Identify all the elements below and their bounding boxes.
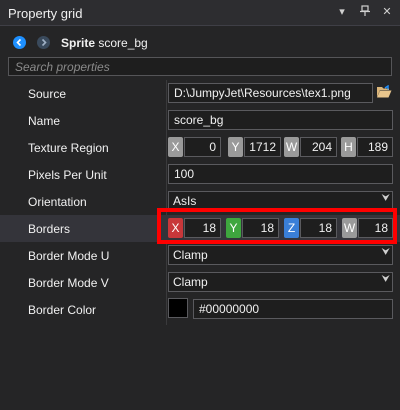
object-type: Sprite — [61, 36, 96, 50]
property-row-border-mode-v: Border Mode V Clamp ⮟ — [0, 269, 400, 296]
name-field[interactable]: score_bg — [168, 110, 393, 130]
chevron-down-icon: ⮟ — [381, 274, 391, 285]
property-row-pixels-per-unit: Pixels Per Unit 100 — [0, 161, 400, 188]
highlight-box — [157, 208, 397, 244]
panel-title: Property grid — [8, 6, 83, 21]
w-tag: W — [284, 137, 299, 157]
forward-icon[interactable] — [37, 36, 50, 49]
pin-icon[interactable] — [358, 5, 372, 19]
texture-x-field[interactable]: 0 — [184, 137, 221, 157]
back-icon[interactable] — [13, 36, 26, 49]
x-tag: X — [168, 137, 183, 157]
folder-open-icon[interactable] — [376, 84, 392, 99]
border-mode-u-dropdown[interactable]: Clamp ⮟ — [168, 245, 393, 265]
property-label: Orientation — [28, 195, 87, 209]
h-tag: H — [341, 137, 356, 157]
texture-w-field[interactable]: 204 — [300, 137, 337, 157]
texture-y-field[interactable]: 1712 — [244, 137, 281, 157]
property-grid: Source D:\JumpyJet\Resources\tex1.png Na… — [0, 80, 400, 410]
panel-titlebar: Property grid ▾ ✕ — [0, 0, 400, 26]
dropdown-value: Clamp — [173, 275, 208, 289]
chevron-down-icon: ⮟ — [381, 193, 391, 204]
close-icon[interactable]: ✕ — [380, 5, 394, 19]
property-row-texture-region: Texture Region X 0 Y 1712 W 204 H 189 — [0, 134, 400, 161]
property-label: Name — [28, 114, 61, 128]
dropdown-icon[interactable]: ▾ — [335, 5, 349, 19]
search-input[interactable] — [8, 57, 392, 76]
property-label: Borders — [28, 222, 71, 236]
object-name: score_bg — [98, 36, 148, 50]
chevron-down-icon: ⮟ — [381, 247, 391, 258]
object-title: Sprite score_bg — [61, 36, 148, 50]
property-row-source: Source D:\JumpyJet\Resources\tex1.png — [0, 80, 400, 107]
property-label: Texture Region — [28, 141, 109, 155]
border-color-field[interactable]: #00000000 — [193, 299, 393, 319]
property-label: Source — [28, 87, 67, 101]
pixels-per-unit-field[interactable]: 100 — [168, 164, 393, 184]
texture-h-field[interactable]: 189 — [357, 137, 393, 157]
object-header: Sprite score_bg — [0, 26, 400, 56]
texture-region-fields: X 0 Y 1712 W 204 H 189 — [168, 137, 393, 157]
y-tag: Y — [228, 137, 243, 157]
dropdown-value: Clamp — [173, 248, 208, 262]
property-row-name: Name score_bg — [0, 107, 400, 134]
property-label: Border Mode U — [28, 249, 110, 263]
property-label: Border Color — [28, 303, 97, 317]
dropdown-value: AsIs — [173, 194, 197, 208]
property-row-border-mode-u: Border Mode U Clamp ⮟ — [0, 242, 400, 269]
property-label: Border Mode V — [28, 276, 109, 290]
property-row-border-color: Border Color #00000000 — [0, 296, 400, 323]
property-label: Pixels Per Unit — [28, 168, 107, 182]
color-swatch[interactable] — [168, 298, 188, 318]
source-field[interactable]: D:\JumpyJet\Resources\tex1.png — [168, 83, 373, 103]
border-mode-v-dropdown[interactable]: Clamp ⮟ — [168, 272, 393, 292]
